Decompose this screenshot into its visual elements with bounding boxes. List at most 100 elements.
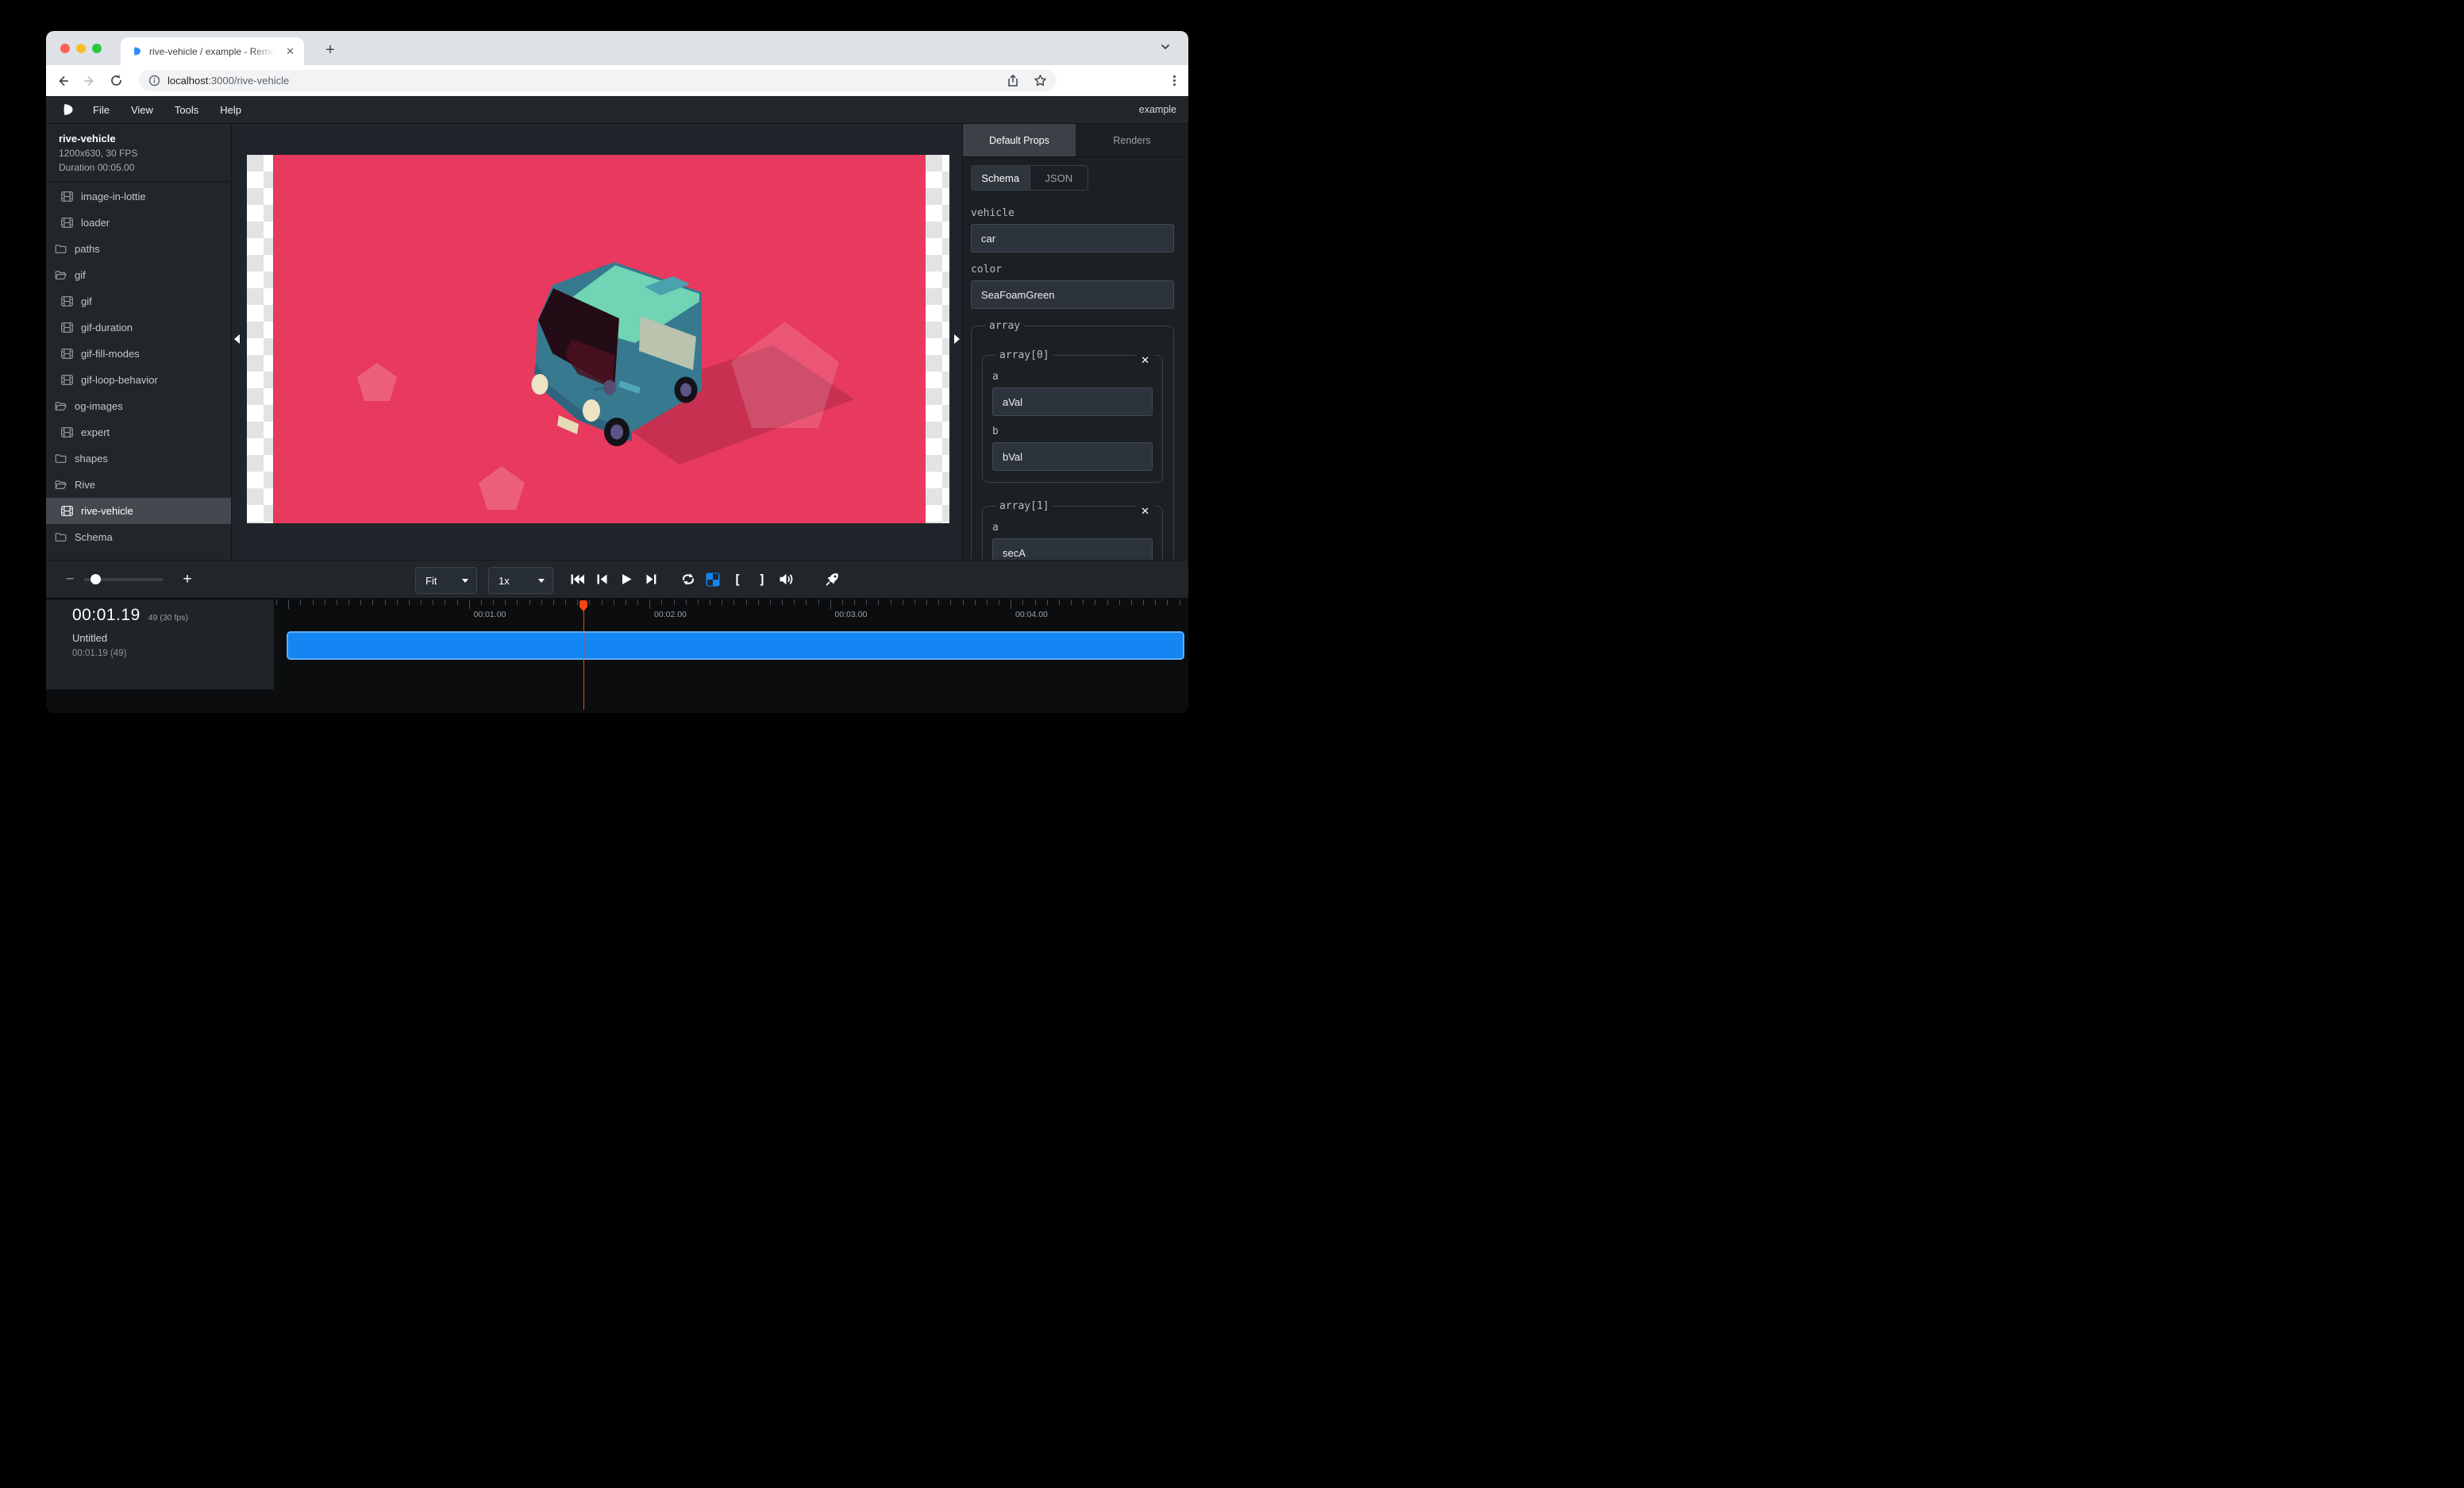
- ruler-tick: [481, 599, 482, 605]
- composition-dimensions: 1200x630, 30 FPS: [59, 146, 231, 160]
- jump-to-start-icon[interactable]: [568, 571, 586, 588]
- field-label-vehicle: vehicle: [971, 207, 1174, 220]
- share-icon[interactable]: [1007, 74, 1019, 87]
- film-icon: [61, 375, 73, 385]
- fit-select-value: Fit: [425, 575, 437, 587]
- film-icon: [61, 218, 73, 228]
- playback-toolbar: − + Fit 1x []: [46, 560, 1188, 599]
- zoom-slider-knob[interactable]: [90, 574, 101, 584]
- ruler-tick: [409, 599, 410, 605]
- array-field-input-b[interactable]: bVal: [992, 442, 1153, 471]
- zoom-slider[interactable]: [84, 578, 164, 581]
- ruler-tick: [313, 599, 314, 605]
- sidebar-item-og-images[interactable]: og-images: [46, 393, 231, 419]
- site-info-icon[interactable]: [148, 75, 160, 87]
- browser-menu-icon[interactable]: [1173, 75, 1176, 86]
- track-time: 00:01.19 (49): [72, 649, 274, 658]
- tab-default-props[interactable]: Default Props: [963, 124, 1076, 156]
- tab-renders[interactable]: Renders: [1076, 124, 1188, 156]
- back-icon[interactable]: [52, 71, 73, 91]
- jump-to-end-icon[interactable]: [642, 571, 660, 588]
- current-frame-display: 49 (30 fps): [148, 613, 188, 623]
- sidebar-item-label: expert: [81, 426, 110, 438]
- menu-item-tools[interactable]: Tools: [175, 104, 198, 116]
- sidebar-item-image-in-lottie[interactable]: image-in-lottie: [46, 183, 231, 210]
- field-label-color: color: [971, 264, 1174, 276]
- sidebar-item-label: gif-fill-modes: [81, 348, 140, 360]
- transparency-checker-icon[interactable]: [704, 571, 722, 588]
- film-icon: [61, 349, 73, 359]
- color-input[interactable]: SeaFoamGreen: [971, 280, 1174, 309]
- tab-search-chevron-icon[interactable]: [1160, 41, 1171, 56]
- remove-array-item-icon[interactable]: ✕: [1136, 353, 1154, 368]
- collapse-props-icon[interactable]: [954, 334, 960, 344]
- loop-icon[interactable]: [680, 571, 697, 588]
- sidebar-item-gif-loop-behavior[interactable]: gif-loop-behavior: [46, 367, 231, 393]
- array-field-input-a[interactable]: aVal: [992, 387, 1153, 416]
- array-field-label-b: b: [992, 426, 1153, 438]
- toggle-schema[interactable]: Schema: [972, 166, 1030, 190]
- minimize-window-button[interactable]: [76, 44, 86, 53]
- sidebar-item-shapes[interactable]: shapes: [46, 445, 231, 472]
- sidebar-item-Schema[interactable]: Schema: [46, 524, 231, 550]
- sidebar-item-gif-fill-modes[interactable]: gif-fill-modes: [46, 341, 231, 367]
- sidebar-item-gif-duration[interactable]: gif-duration: [46, 314, 231, 341]
- window-controls: [60, 44, 102, 53]
- transparency-checker-left: [247, 155, 273, 523]
- play-icon[interactable]: [618, 571, 635, 588]
- fullscreen-window-button[interactable]: [92, 44, 102, 53]
- ruler-tick: [541, 599, 542, 605]
- fit-select[interactable]: Fit: [415, 567, 477, 594]
- remotion-logo-icon[interactable]: [62, 103, 74, 116]
- ruler-tick: [1119, 599, 1120, 605]
- sidebar-item-Rive[interactable]: Rive: [46, 472, 231, 498]
- ruler-tick: [1143, 599, 1144, 605]
- sidebar-item-paths[interactable]: paths: [46, 236, 231, 262]
- bookmark-star-icon[interactable]: [1034, 74, 1047, 87]
- browser-tab[interactable]: rive-vehicle / example - Remoti ✕: [121, 37, 304, 65]
- sidebar-item-gif[interactable]: gif: [46, 262, 231, 288]
- close-window-button[interactable]: [60, 44, 70, 53]
- ruler-tick: [1167, 599, 1168, 605]
- toggle-json[interactable]: JSON: [1030, 166, 1088, 190]
- collapse-sidebar-icon[interactable]: [234, 334, 240, 344]
- ruler-tick: [975, 599, 976, 605]
- menu-item-view[interactable]: View: [131, 104, 153, 116]
- timeline-ruler-area[interactable]: 00:01.0000:02.0000:03.0000:04.00: [274, 599, 1188, 713]
- ruler-tick: [758, 599, 759, 605]
- zoom-out-button[interactable]: −: [62, 571, 78, 588]
- sidebar-item-gif[interactable]: gif: [46, 288, 231, 314]
- menu-item-file[interactable]: File: [93, 104, 110, 116]
- schema-json-toggle: Schema JSON: [971, 165, 1088, 191]
- mark-out-icon[interactable]: ]: [753, 571, 771, 588]
- folder-icon: [55, 453, 67, 464]
- sidebar-item-expert[interactable]: expert: [46, 419, 231, 445]
- reload-icon[interactable]: [106, 71, 126, 91]
- render-rocket-icon[interactable]: [823, 571, 841, 588]
- tab-close-icon[interactable]: ✕: [284, 44, 296, 58]
- sidebar-item-rive-vehicle[interactable]: rive-vehicle: [46, 498, 231, 524]
- mark-in-icon[interactable]: [: [729, 571, 746, 588]
- new-tab-button[interactable]: +: [319, 39, 341, 61]
- volume-icon[interactable]: [778, 571, 795, 588]
- folder-icon: [55, 532, 67, 542]
- zoom-in-button[interactable]: +: [179, 571, 195, 588]
- ruler-tick: [806, 599, 807, 605]
- remove-array-item-icon[interactable]: ✕: [1136, 504, 1154, 518]
- folder-open-icon: [55, 480, 67, 490]
- forward-icon[interactable]: [79, 71, 100, 91]
- sidebar-item-label: gif: [81, 295, 92, 307]
- timeline-track[interactable]: [287, 631, 1184, 660]
- array-field-input-a[interactable]: secA: [992, 538, 1153, 560]
- url-bar[interactable]: localhost:3000/rive-vehicle: [139, 70, 1057, 91]
- ruler-tick: [1035, 599, 1036, 605]
- vehicle-input[interactable]: car: [971, 224, 1174, 252]
- previous-frame-icon[interactable]: [593, 571, 610, 588]
- playback-rate-select[interactable]: 1x: [488, 567, 553, 594]
- playhead[interactable]: [579, 600, 587, 611]
- ruler-tick: [493, 599, 494, 605]
- timeline: 00:01.19 49 (30 fps) Untitled 00:01.19 (…: [46, 599, 1188, 713]
- ruler-tick: [1022, 599, 1023, 605]
- menu-item-help[interactable]: Help: [220, 104, 241, 116]
- sidebar-item-loader[interactable]: loader: [46, 210, 231, 236]
